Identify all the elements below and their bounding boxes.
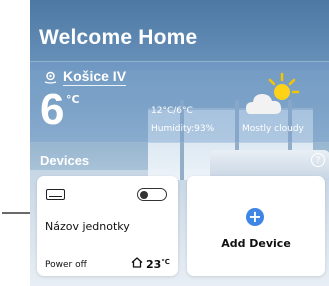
device-card[interactable]: Názov jednotky Power off 23℃ bbox=[37, 176, 178, 276]
app-screen: Welcome Home Košice IV 6 °C 12°C/6°C Hum… bbox=[30, 0, 329, 286]
temperature-unit: °C bbox=[66, 93, 80, 106]
device-name: Názov jednotky bbox=[45, 220, 130, 233]
location-name: Košice IV bbox=[63, 68, 127, 86]
home-icon bbox=[131, 257, 143, 271]
location-pin-icon bbox=[44, 71, 57, 84]
help-icon[interactable]: ? bbox=[311, 153, 325, 167]
current-temperature: 6 bbox=[40, 85, 65, 134]
devices-heading: Devices bbox=[40, 153, 90, 168]
weather-condition: Mostly cloudy bbox=[242, 124, 304, 134]
add-device-card[interactable]: + Add Device bbox=[187, 176, 325, 276]
add-device-label: Add Device bbox=[221, 237, 291, 250]
page-title: Welcome Home bbox=[39, 26, 198, 49]
partly-cloudy-icon bbox=[242, 72, 302, 124]
device-temperature: 23℃ bbox=[131, 257, 170, 271]
plus-icon: + bbox=[246, 208, 264, 226]
power-toggle[interactable] bbox=[137, 188, 167, 201]
air-conditioner-icon bbox=[46, 189, 65, 200]
humidity: Humidity:93% bbox=[151, 124, 215, 134]
temperature-range: 12°C/6°C bbox=[151, 106, 193, 116]
device-status: Power off bbox=[45, 260, 87, 270]
weather-card[interactable]: Košice IV 6 °C 12°C/6°C Humidity:93% Mos… bbox=[30, 61, 329, 143]
